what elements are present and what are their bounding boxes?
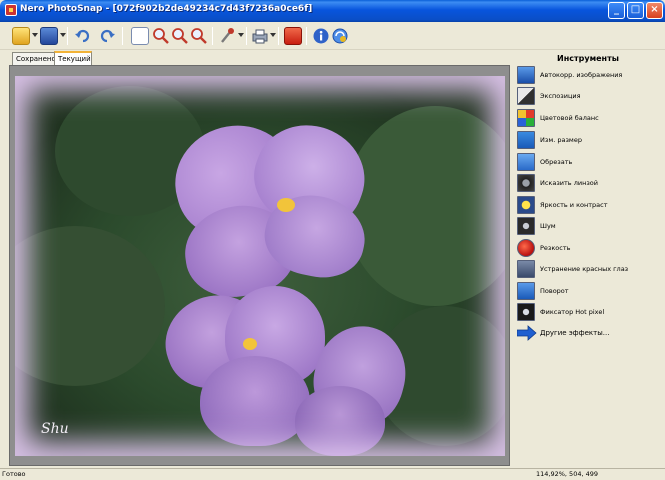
auto-correct-icon bbox=[517, 66, 535, 84]
tools-panel-title: Инструменты bbox=[557, 54, 619, 63]
tool-label: Резкость bbox=[540, 244, 571, 252]
tool-lens-distort[interactable]: Исказить линзой bbox=[517, 174, 662, 194]
chevron-down-icon[interactable] bbox=[238, 33, 244, 37]
info-icon[interactable] bbox=[312, 27, 330, 45]
chevron-down-icon[interactable] bbox=[32, 33, 38, 37]
tool-label: Поворот bbox=[540, 287, 569, 295]
close-button[interactable]: × bbox=[646, 2, 663, 19]
hot-pixel-icon bbox=[517, 303, 535, 321]
tool-crop[interactable]: Обрезать bbox=[517, 153, 662, 173]
minimize-button[interactable]: _ bbox=[608, 2, 625, 19]
sharpness-icon bbox=[517, 239, 535, 257]
tool-label: Фиксатор Hot pixel bbox=[540, 308, 605, 316]
tool-label: Обрезать bbox=[540, 158, 573, 166]
print-icon[interactable] bbox=[251, 27, 269, 45]
tool-brightness-contrast[interactable]: Яркость и контраст bbox=[517, 196, 662, 216]
tool-label: Устранение красных глаз bbox=[540, 265, 629, 273]
toolbar-separator bbox=[212, 27, 213, 45]
tool-resize[interactable]: Изм. размер bbox=[517, 131, 662, 151]
status-text: Готово bbox=[2, 470, 26, 478]
app-icon bbox=[5, 4, 17, 16]
red-eye-icon bbox=[517, 260, 535, 278]
web-update-icon[interactable] bbox=[331, 27, 349, 45]
exposure-icon bbox=[517, 87, 535, 105]
tool-label: Экспозиция bbox=[540, 92, 581, 100]
resize-icon bbox=[517, 131, 535, 149]
brightness-contrast-icon bbox=[517, 196, 535, 214]
toolbar-separator bbox=[306, 27, 307, 45]
color-balance-icon bbox=[517, 109, 535, 127]
tool-label: Цветовой баланс bbox=[540, 114, 599, 122]
arrow-right-icon bbox=[517, 325, 537, 341]
tab-saved[interactable]: Сохранено bbox=[12, 52, 56, 66]
crop-icon bbox=[517, 153, 535, 171]
tool-auto-correct[interactable]: Автокорр. изображения bbox=[517, 66, 662, 86]
toolbar-separator bbox=[67, 27, 68, 45]
zoom-in-icon[interactable] bbox=[152, 27, 170, 45]
maximize-button[interactable]: □ bbox=[627, 2, 644, 19]
title-bar[interactable]: Nero PhotoSnap - [072f902b2de49234c7d43f… bbox=[0, 0, 665, 22]
save-icon[interactable] bbox=[40, 27, 58, 45]
minimize-icon: _ bbox=[614, 4, 619, 15]
tool-more-effects[interactable]: Другие эффекты... bbox=[517, 324, 662, 344]
redo-icon[interactable] bbox=[98, 27, 116, 45]
zoom-coordinates-readout: 114,92%, 504, 499 bbox=[536, 470, 598, 478]
close-icon: × bbox=[650, 4, 659, 15]
chevron-down-icon[interactable] bbox=[270, 33, 276, 37]
open-folder-icon[interactable] bbox=[12, 27, 30, 45]
window-title: Nero PhotoSnap - [072f902b2de49234c7d43f… bbox=[20, 4, 313, 14]
image-canvas[interactable]: Shu bbox=[9, 65, 510, 466]
tool-exposure[interactable]: Экспозиция bbox=[517, 87, 662, 107]
toolbar-separator bbox=[122, 27, 123, 45]
status-bar: Готово 114,92%, 504, 499 bbox=[0, 468, 665, 480]
toolbar bbox=[0, 22, 665, 50]
power-icon[interactable] bbox=[284, 27, 302, 45]
rotate-icon bbox=[517, 282, 535, 300]
toolbar-separator bbox=[278, 27, 279, 45]
zoom-actual-icon[interactable] bbox=[190, 27, 208, 45]
tool-red-eye[interactable]: Устранение красных глаз bbox=[517, 260, 662, 280]
zoom-fit-icon[interactable] bbox=[131, 27, 149, 45]
tool-color-balance[interactable]: Цветовой баланс bbox=[517, 109, 662, 129]
tool-hot-pixel[interactable]: Фиксатор Hot pixel bbox=[517, 303, 662, 323]
tools-icon[interactable] bbox=[218, 27, 236, 45]
maximize-icon: □ bbox=[630, 4, 641, 15]
lens-distort-icon bbox=[517, 174, 535, 192]
tab-current[interactable]: Текущий bbox=[54, 51, 92, 66]
photo-vignette bbox=[15, 76, 505, 456]
tool-rotate[interactable]: Поворот bbox=[517, 282, 662, 302]
undo-icon[interactable] bbox=[74, 27, 92, 45]
tool-label: Автокорр. изображения bbox=[540, 71, 623, 79]
tool-label: Яркость и контраст bbox=[540, 201, 608, 209]
zoom-out-icon[interactable] bbox=[171, 27, 189, 45]
photo-preview[interactable]: Shu bbox=[15, 76, 505, 456]
noise-icon bbox=[517, 217, 535, 235]
tool-sharpness[interactable]: Резкость bbox=[517, 239, 662, 259]
tool-label: Исказить линзой bbox=[540, 179, 598, 187]
tool-label: Шум bbox=[540, 222, 556, 230]
chevron-down-icon[interactable] bbox=[60, 33, 66, 37]
tool-noise[interactable]: Шум bbox=[517, 217, 662, 237]
tool-label: Изм. размер bbox=[540, 136, 582, 144]
photo-signature: Shu bbox=[41, 421, 69, 437]
toolbar-separator bbox=[246, 27, 247, 45]
tool-label: Другие эффекты... bbox=[540, 329, 610, 337]
